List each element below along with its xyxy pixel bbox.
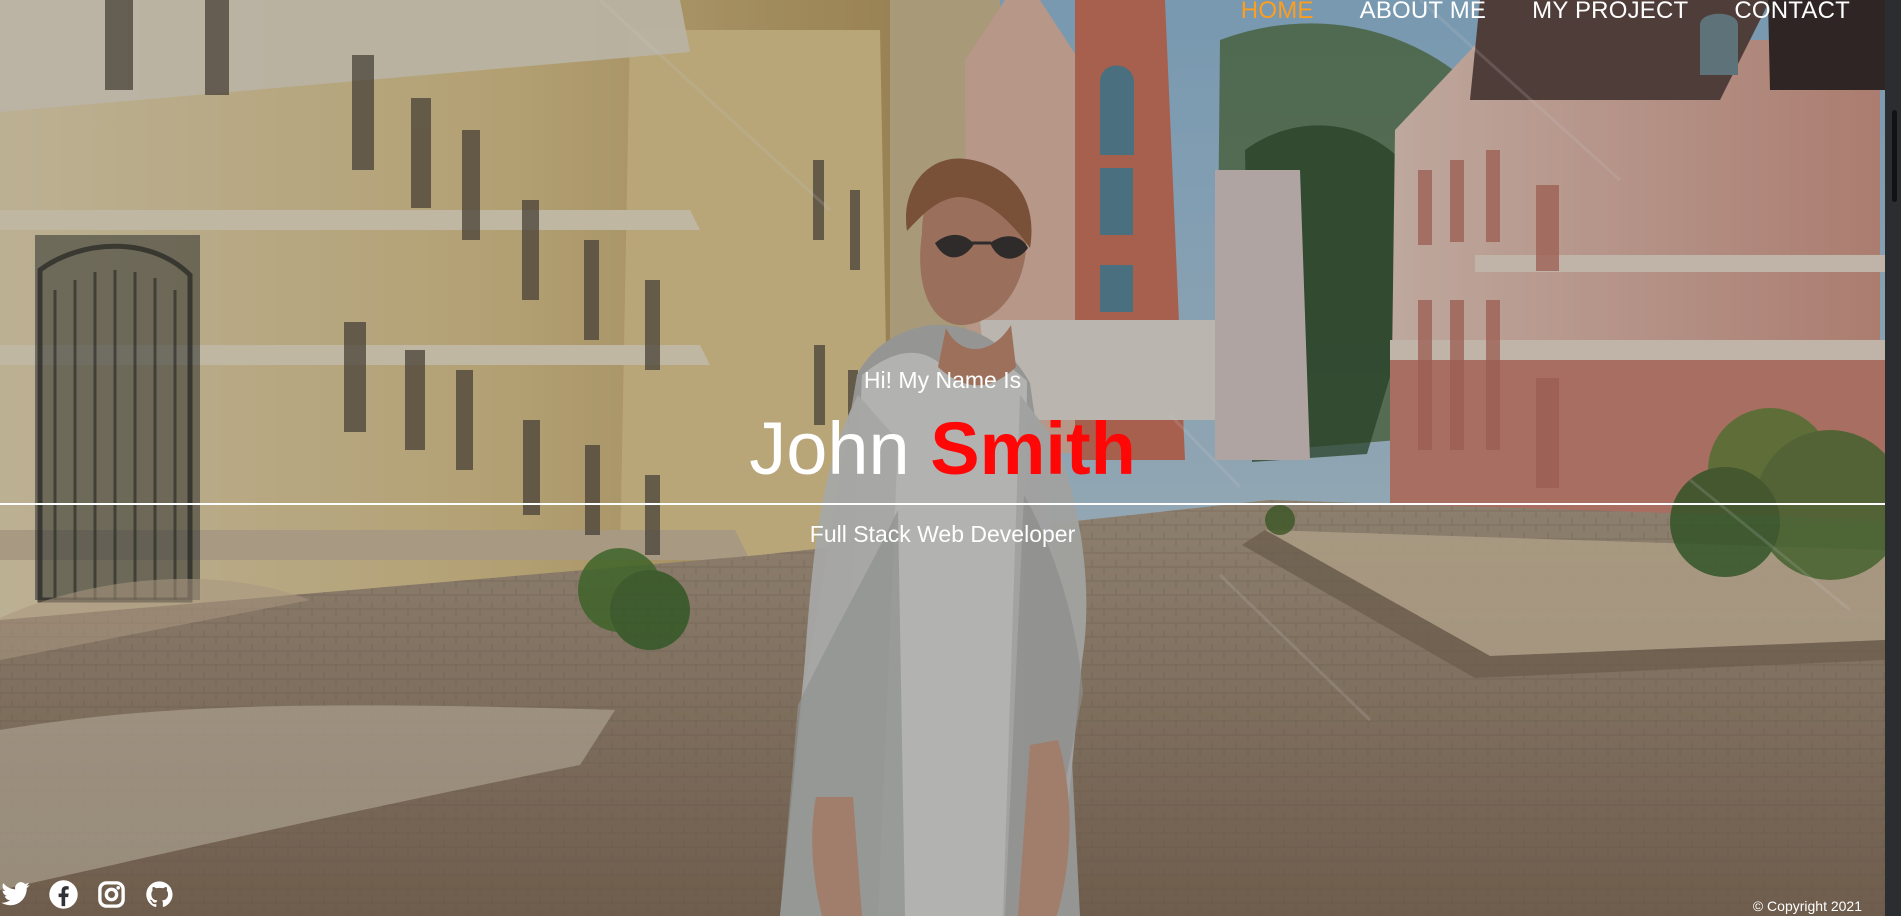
last-name: Smith [930, 407, 1136, 490]
facebook-icon[interactable] [48, 879, 79, 910]
hero-role: Full Stack Web Developer [809, 521, 1076, 547]
hero-divider [0, 503, 1885, 505]
hero-greeting: Hi! My Name Is [863, 367, 1022, 393]
instagram-icon[interactable] [96, 879, 127, 910]
copyright-text: © Copyright 2021 [1752, 898, 1862, 914]
twitter-icon[interactable] [0, 879, 31, 910]
social-links [0, 879, 175, 910]
nav-project-link[interactable]: MY PROJECT [1532, 0, 1688, 25]
nav-home-link[interactable]: HOME [1241, 0, 1314, 25]
hero-name: John Smith [0, 407, 1885, 491]
main-navigation: HOME ABOUT ME MY PROJECT CONTACT [1241, 0, 1850, 25]
github-icon[interactable] [144, 879, 175, 910]
first-name: John [749, 407, 910, 490]
nav-about-link[interactable]: ABOUT ME [1360, 0, 1487, 25]
scrollbar-thumb[interactable] [1892, 110, 1897, 202]
nav-contact-link[interactable]: CONTACT [1734, 0, 1850, 25]
